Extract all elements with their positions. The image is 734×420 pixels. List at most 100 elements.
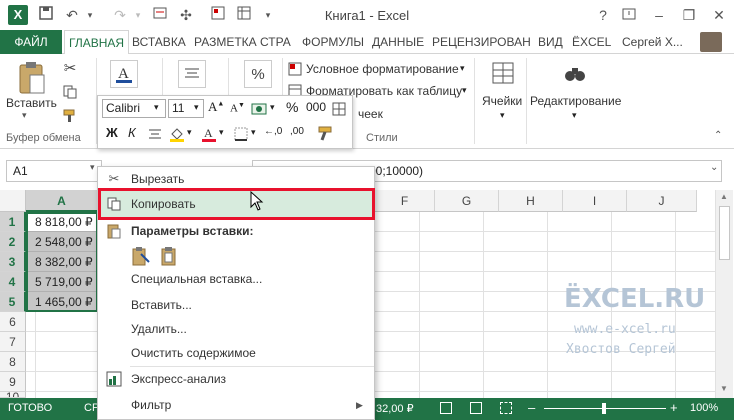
tab-page-layout[interactable]: РАЗМЕТКА СТРА — [190, 30, 295, 54]
tab-review[interactable]: РЕЦЕНЗИРОВАН — [428, 30, 535, 54]
minimize-icon[interactable]: – — [648, 4, 670, 26]
menu-item-insert[interactable]: Вставить... — [98, 293, 374, 317]
ribbon-display-icon[interactable] — [618, 4, 640, 26]
percent-icon[interactable]: % — [286, 99, 298, 115]
borders-icon[interactable] — [232, 124, 250, 143]
tab-formulas[interactable]: ФОРМУЛЫ — [298, 30, 368, 54]
name-box[interactable]: A1 — [6, 160, 102, 182]
avatar[interactable] — [700, 32, 722, 52]
scroll-thumb[interactable] — [719, 206, 730, 260]
row-header-7[interactable]: 7 — [0, 332, 26, 352]
font-color-large-icon[interactable]: A — [110, 60, 138, 88]
paste-option-values-icon[interactable] — [158, 245, 180, 267]
column-header-i[interactable]: I — [563, 190, 627, 212]
tab-insert[interactable]: ВСТАВКА — [128, 30, 190, 54]
page-break-view-icon[interactable] — [500, 402, 512, 414]
column-header-j[interactable]: J — [627, 190, 697, 212]
conditional-formatting-button[interactable]: Условное форматирование — [306, 62, 459, 76]
menu-item-paste-special[interactable]: Специальная вставка... — [98, 267, 374, 291]
increase-font-icon[interactable]: A▲ — [208, 99, 224, 115]
row-header-6[interactable]: 6 — [0, 312, 26, 332]
font-color-icon[interactable]: A — [200, 124, 218, 143]
paste-dropdown-icon[interactable]: ▾ — [22, 110, 27, 121]
restore-icon[interactable]: ❐ — [678, 4, 700, 26]
cell-styles-button[interactable]: чеек — [358, 107, 383, 121]
decrease-font-icon[interactable]: A▼ — [230, 101, 245, 115]
editing-dropdown-icon[interactable]: ▾ — [572, 110, 577, 121]
align-center-icon[interactable] — [146, 124, 164, 143]
fat-dropdown-icon[interactable]: ▾ — [462, 85, 467, 96]
tab-home[interactable]: ГЛАВНАЯ — [64, 30, 130, 55]
paste-icon[interactable] — [14, 60, 48, 98]
decrease-decimal-icon[interactable]: ,00 — [290, 126, 304, 137]
row-header-3[interactable]: 3 — [0, 252, 26, 272]
borders-dropdown-icon[interactable]: ▾ — [251, 127, 256, 138]
menu-item-delete[interactable]: Удалить... — [98, 317, 374, 341]
conditional-formatting-icon[interactable] — [288, 62, 302, 76]
select-all-button[interactable] — [0, 190, 26, 212]
increase-decimal-icon[interactable]: ←,0 — [264, 126, 282, 137]
column-header-a[interactable]: A — [26, 190, 98, 212]
help-icon[interactable]: ? — [592, 4, 614, 26]
page-layout-view-icon[interactable] — [470, 402, 482, 414]
fill-color-dropdown-icon[interactable]: ▾ — [187, 127, 192, 138]
cells-icon[interactable] — [490, 60, 516, 86]
number-format-icon[interactable]: % — [244, 60, 272, 88]
row-header-1[interactable]: 1 — [0, 212, 26, 232]
tab-file[interactable]: ФАЙЛ — [0, 30, 62, 54]
thousands-separator-icon[interactable]: 000 — [306, 100, 326, 114]
column-header-h[interactable]: H — [499, 190, 563, 212]
zoom-out-icon[interactable]: – — [528, 400, 535, 415]
watermark-url: www.e-xcel.ru — [574, 322, 676, 337]
scroll-down-icon[interactable]: ▼ — [720, 384, 728, 393]
quick-analysis-icon — [105, 370, 123, 388]
cells-button[interactable]: Ячейки — [482, 94, 522, 108]
italic-button[interactable]: К — [128, 125, 136, 140]
vertical-scrollbar[interactable]: ▲ ▼ — [715, 190, 733, 398]
editing-button[interactable]: Редактирование — [530, 94, 621, 108]
font-color-dropdown-icon[interactable]: ▾ — [219, 127, 224, 138]
zoom-level[interactable]: 100% — [690, 402, 718, 414]
column-header-f[interactable]: F — [375, 190, 435, 212]
name-box-dropdown-icon[interactable]: ▾ — [90, 162, 95, 173]
font-name-dropdown-icon[interactable]: ▾ — [154, 102, 159, 113]
menu-item-quick-analysis[interactable]: Экспресс-анализ — [98, 367, 374, 391]
menu-item-filter[interactable]: Фильтр ▶ — [98, 393, 374, 417]
column-header-g[interactable]: G — [435, 190, 499, 212]
tab-data[interactable]: ДАННЫЕ — [368, 30, 428, 54]
cf-dropdown-icon[interactable]: ▾ — [460, 63, 465, 74]
paste-option-keep-formatting-icon[interactable] — [130, 245, 152, 267]
accounting-format-icon[interactable] — [250, 99, 270, 118]
alignment-icon[interactable] — [178, 60, 206, 88]
scroll-up-icon[interactable]: ▲ — [720, 192, 728, 201]
close-icon[interactable]: ✕ — [708, 4, 730, 26]
menu-item-clear-contents[interactable]: Очистить содержимое — [98, 341, 374, 365]
menu-paste-options-header: Параметры вставки: — [98, 219, 374, 243]
cut-icon[interactable]: ✂ — [60, 58, 80, 78]
row-header-8[interactable]: 8 — [0, 352, 26, 372]
row-header-2[interactable]: 2 — [0, 232, 26, 252]
normal-view-icon[interactable] — [440, 402, 452, 414]
svg-text:A: A — [204, 126, 213, 140]
row-header-4[interactable]: 4 — [0, 272, 26, 292]
accounting-dropdown-icon[interactable]: ▾ — [270, 102, 275, 113]
binoculars-icon[interactable] — [562, 60, 588, 86]
fill-color-icon[interactable] — [168, 124, 186, 143]
zoom-slider-thumb[interactable] — [602, 403, 606, 414]
user-name[interactable]: Сергей Х... — [618, 30, 687, 54]
row-header-5[interactable]: 5 — [0, 292, 26, 312]
mini-format-painter-icon[interactable] — [316, 124, 336, 143]
tab-view[interactable]: ВИД — [534, 30, 567, 54]
bold-button[interactable]: Ж — [106, 125, 118, 140]
copy-icon[interactable] — [60, 82, 80, 102]
cells-dropdown-icon[interactable]: ▾ — [500, 110, 505, 121]
row-header-9[interactable]: 9 — [0, 372, 26, 392]
borders-grid-icon[interactable] — [330, 99, 348, 118]
format-painter-icon[interactable] — [60, 106, 80, 126]
tab-excel-addin[interactable]: ЁXCEL — [568, 30, 615, 54]
font-size-dropdown-icon[interactable]: ▾ — [194, 102, 199, 113]
expand-formula-icon[interactable]: ⌄ — [710, 162, 718, 173]
paste-label[interactable]: Вставить — [6, 96, 57, 110]
collapse-ribbon-icon[interactable]: ⌃ — [714, 130, 722, 141]
zoom-in-icon[interactable]: + — [670, 400, 678, 415]
